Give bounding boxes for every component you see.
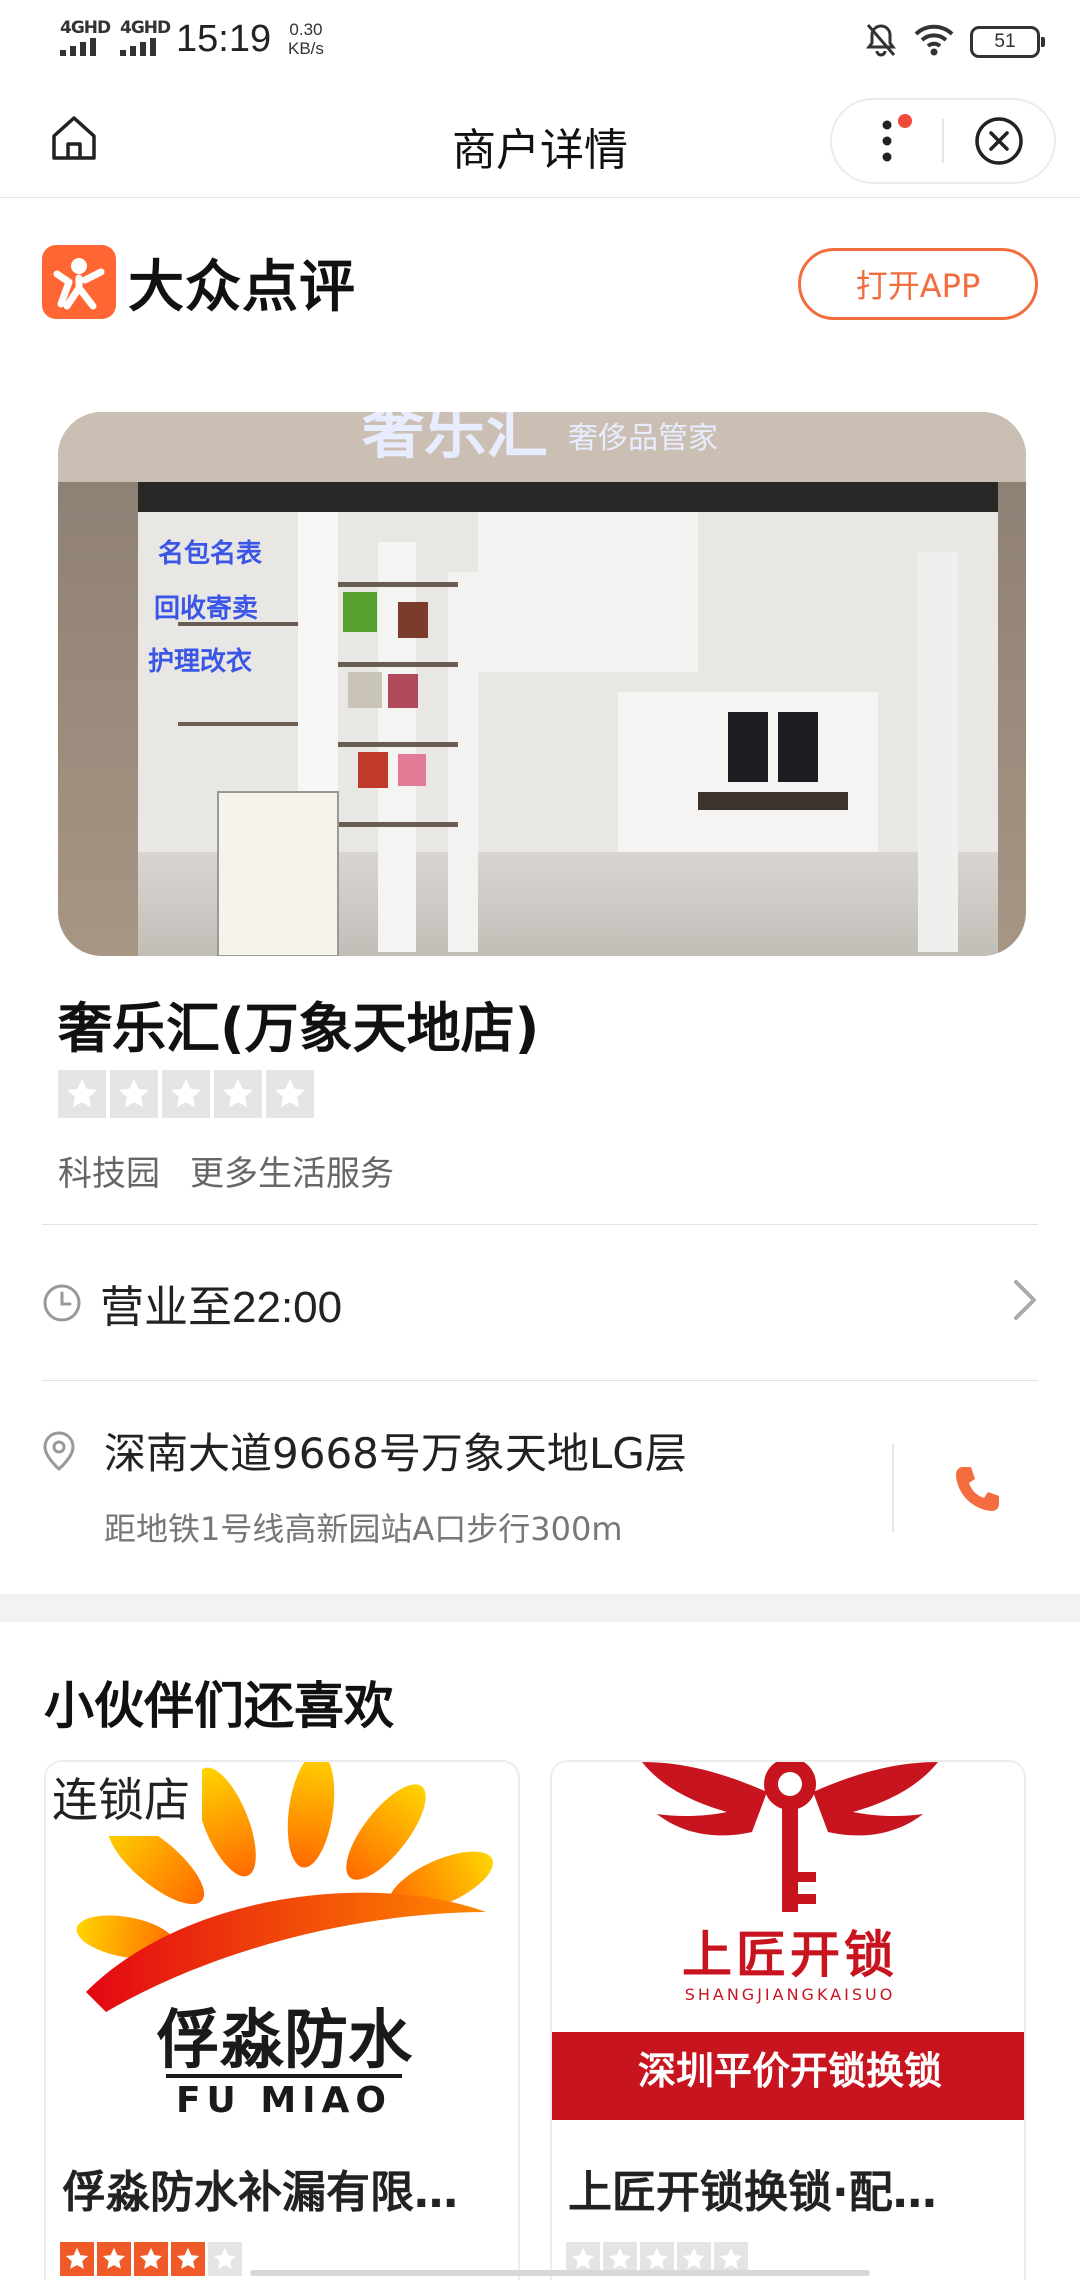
- battery-indicator: 51: [970, 26, 1045, 58]
- clock-icon: [43, 1284, 81, 1322]
- close-button[interactable]: [944, 100, 1054, 182]
- window-text-3: 护理改衣: [148, 646, 252, 677]
- window-text-2: 回收寄卖: [154, 593, 258, 624]
- star-empty-icon: [110, 1070, 158, 1118]
- star-empty-icon: [162, 1070, 210, 1118]
- brand-header: 大众点评: [42, 244, 356, 320]
- sign-sub-text: 奢侈品管家: [568, 421, 718, 456]
- status-icons: 51: [864, 20, 1045, 64]
- chevron-right-icon: [1014, 1280, 1036, 1320]
- shop-area[interactable]: 科技园: [58, 1146, 160, 1195]
- status-bar: 4GHD 4GHD 15:19 0.30 KB/s 51: [0, 0, 1080, 84]
- recommend-card[interactable]: 俘淼防水 FU MIAO 连锁店 俘淼防水补漏有限…: [44, 1760, 520, 2280]
- business-hours: 营业至22:00: [100, 1283, 343, 1332]
- section-separator: [0, 1594, 1080, 1622]
- signal-bars-icon: [60, 38, 96, 56]
- shop-photo[interactable]: 奢乐汇 奢侈品管家 名包名表 回收寄卖 护理改衣: [58, 412, 1026, 956]
- shop-name: 奢乐汇(万象天地店): [58, 997, 540, 1060]
- address-text: 深南大道9668号万象天地LG层: [104, 1429, 687, 1478]
- speed-unit: KB/s: [288, 39, 324, 58]
- dianping-logo-icon: [42, 245, 116, 319]
- logo-en-text: SHANGJIANGKAISUO: [685, 1985, 896, 2004]
- star-empty-icon: [58, 1070, 106, 1118]
- card-rating-stars: [60, 2242, 242, 2276]
- logo-cn-text: 上匠开锁: [682, 1926, 898, 1984]
- more-button[interactable]: [832, 100, 942, 182]
- divider: [42, 1380, 1038, 1381]
- star-filled-icon: [171, 2242, 205, 2276]
- star-filled-icon: [97, 2242, 131, 2276]
- network-type-label: 4GHD: [120, 18, 171, 38]
- brand-name: 大众点评: [128, 254, 356, 320]
- navigation-bar: 商户详情: [0, 84, 1080, 198]
- shop-category[interactable]: 更多生活服务: [190, 1146, 394, 1195]
- shop-rating-stars: [58, 1070, 314, 1118]
- scroll-indicator: [250, 2270, 870, 2276]
- call-button[interactable]: [944, 1456, 1010, 1522]
- star-empty-icon: [208, 2242, 242, 2276]
- star-filled-icon: [134, 2242, 168, 2276]
- chain-store-badge: 连锁店: [46, 1762, 202, 1836]
- vertical-divider: [892, 1444, 894, 1532]
- mute-bell-icon: [864, 22, 898, 62]
- more-dots-icon: [882, 120, 892, 162]
- notification-dot: [898, 114, 912, 128]
- sign-main-text: 奢乐汇: [362, 412, 548, 467]
- star-empty-icon: [214, 1070, 262, 1118]
- wifi-icon: [914, 24, 954, 60]
- miniapp-capsule: [830, 98, 1056, 184]
- card-shop-name: 俘淼防水补漏有限…: [62, 2167, 458, 2218]
- signal-bars-icon: [120, 38, 156, 56]
- location-pin-icon: [43, 1431, 75, 1471]
- card-shop-name: 上匠开锁换锁·配…: [568, 2167, 937, 2218]
- shop-meta: 科技园 更多生活服务: [58, 1146, 394, 1195]
- star-empty-icon: [266, 1070, 314, 1118]
- clock: 15:19: [176, 18, 272, 60]
- phone-icon: [956, 1467, 999, 1511]
- open-app-button[interactable]: 打开APP: [798, 248, 1038, 320]
- recommend-card[interactable]: 上匠开锁 SHANGJIANGKAISUO 深圳平价开锁换锁 上匠开锁换锁·配…: [550, 1760, 1026, 2280]
- distance-text: 距地铁1号线高新园站A口步行300m: [104, 1510, 623, 1548]
- divider: [42, 1224, 1038, 1225]
- close-circle-icon: [975, 117, 1023, 165]
- speed-value: 0.30: [289, 20, 323, 39]
- logo-cn-text: 俘淼防水: [156, 2004, 413, 2078]
- network-type-label: 4GHD: [60, 18, 111, 38]
- card-image: 上匠开锁 SHANGJIANGKAISUO 深圳平价开锁换锁: [552, 1762, 1024, 2120]
- star-filled-icon: [60, 2242, 94, 2276]
- banner-text: 深圳平价开锁换锁: [638, 2049, 942, 2093]
- window-text-1: 名包名表: [158, 538, 263, 569]
- business-hours-row[interactable]: 营业至22:00: [42, 1226, 1038, 1380]
- logo-en-text: FU MIAO: [176, 2080, 392, 2120]
- network-speed: 0.30 KB/s: [288, 20, 324, 58]
- recommend-title: 小伙伴们还喜欢: [44, 1677, 394, 1735]
